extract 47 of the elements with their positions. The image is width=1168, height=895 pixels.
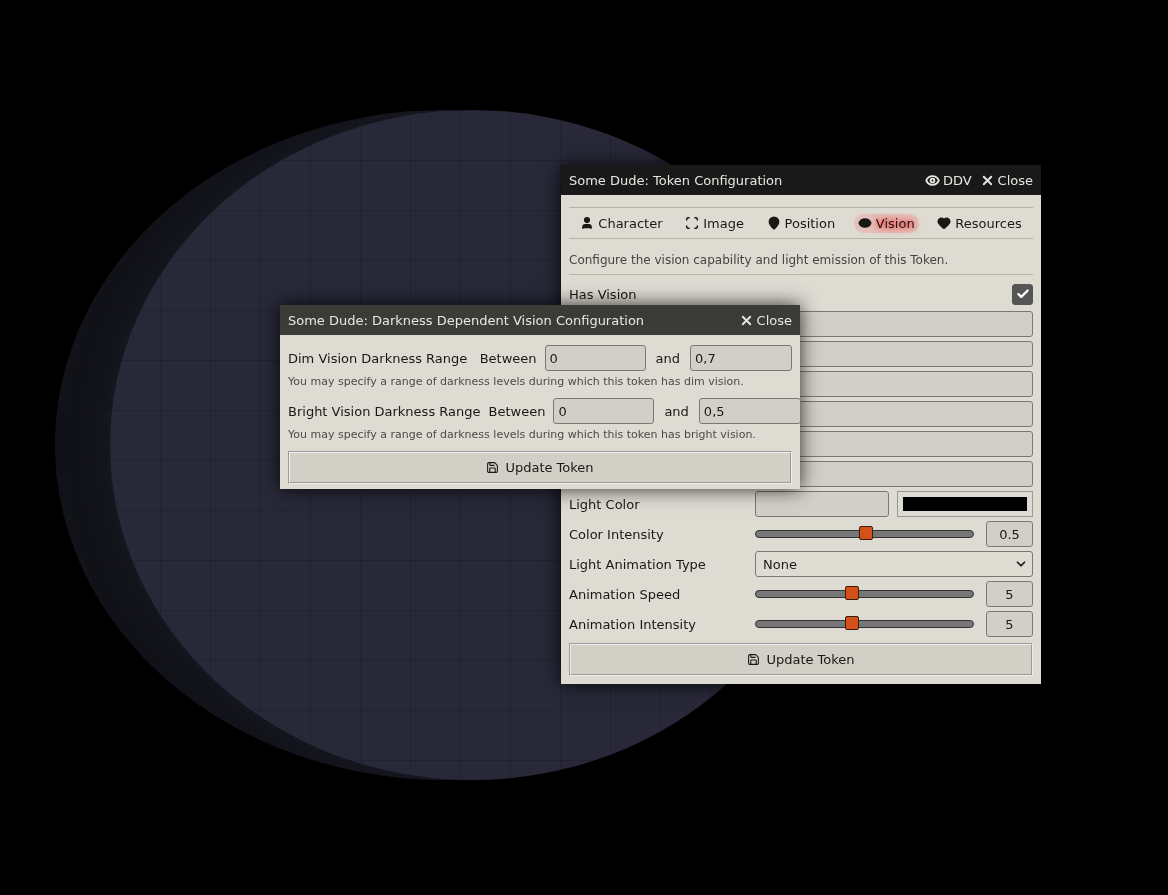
between-label: Between (488, 403, 546, 419)
and-label: and (664, 403, 689, 419)
close-button[interactable]: Close (738, 312, 792, 328)
window-title: Some Dude: Token Configuration (569, 172, 784, 188)
dropdown[interactable]: None (755, 551, 1033, 577)
between-label: Between (479, 350, 537, 366)
tab[interactable]: Position (762, 213, 840, 233)
update-token-button[interactable]: Update Token (569, 643, 1033, 676)
save-icon (486, 461, 500, 474)
save-icon (747, 653, 761, 666)
person-icon (580, 216, 595, 230)
slider-thumb[interactable] (845, 586, 860, 600)
field-label: Animation Intensity (569, 616, 697, 632)
field-label: Light Color (569, 496, 641, 512)
tab[interactable]: Character (576, 213, 667, 233)
heart-icon (937, 216, 952, 230)
slider-thumb[interactable] (845, 616, 860, 630)
field-label: Color Intensity (569, 526, 665, 542)
number-field[interactable]: 0.5 (986, 521, 1033, 547)
hint-text: You may specify a range of darkness levels during which this token has bright vision. (288, 428, 757, 441)
input-field[interactable]: 0,5 (698, 398, 801, 424)
frame-icon (685, 216, 700, 230)
close-button[interactable]: Close (979, 172, 1033, 188)
field-label: Dim Vision Darkness Range (288, 350, 469, 366)
input-field[interactable]: 0 (553, 398, 655, 424)
field-label: Animation Speed (569, 586, 682, 602)
field-label: Bright Vision Darkness Range (288, 403, 481, 419)
ddv-button[interactable]: DDV (924, 172, 972, 188)
field-label: Has Vision (569, 286, 638, 302)
color-picker[interactable] (897, 491, 1033, 517)
description-text: Configure the vision capability and light emission of this Token. (569, 239, 1033, 275)
input-field[interactable]: 0,7 (690, 345, 792, 371)
and-label: and (655, 350, 680, 366)
checkbox[interactable] (1012, 283, 1033, 305)
check-icon (1015, 287, 1030, 301)
number-field[interactable]: 5 (986, 581, 1033, 607)
slider-thumb[interactable] (858, 526, 873, 540)
tab[interactable]: Image (681, 213, 748, 233)
tab[interactable]: Resources (933, 213, 1026, 233)
update-token-button[interactable]: Update Token (288, 451, 792, 484)
input-field[interactable] (755, 491, 889, 517)
window-title: Some Dude: Darkness Dependent Vision Configuration (288, 312, 646, 328)
field-label: Light Animation Type (569, 556, 707, 572)
number-field[interactable]: 5 (986, 611, 1033, 637)
hint-text: You may specify a range of darkness levels during which this token has dim vision. (288, 375, 745, 388)
input-field[interactable]: 0 (544, 345, 646, 371)
map-pin-icon (766, 216, 781, 230)
